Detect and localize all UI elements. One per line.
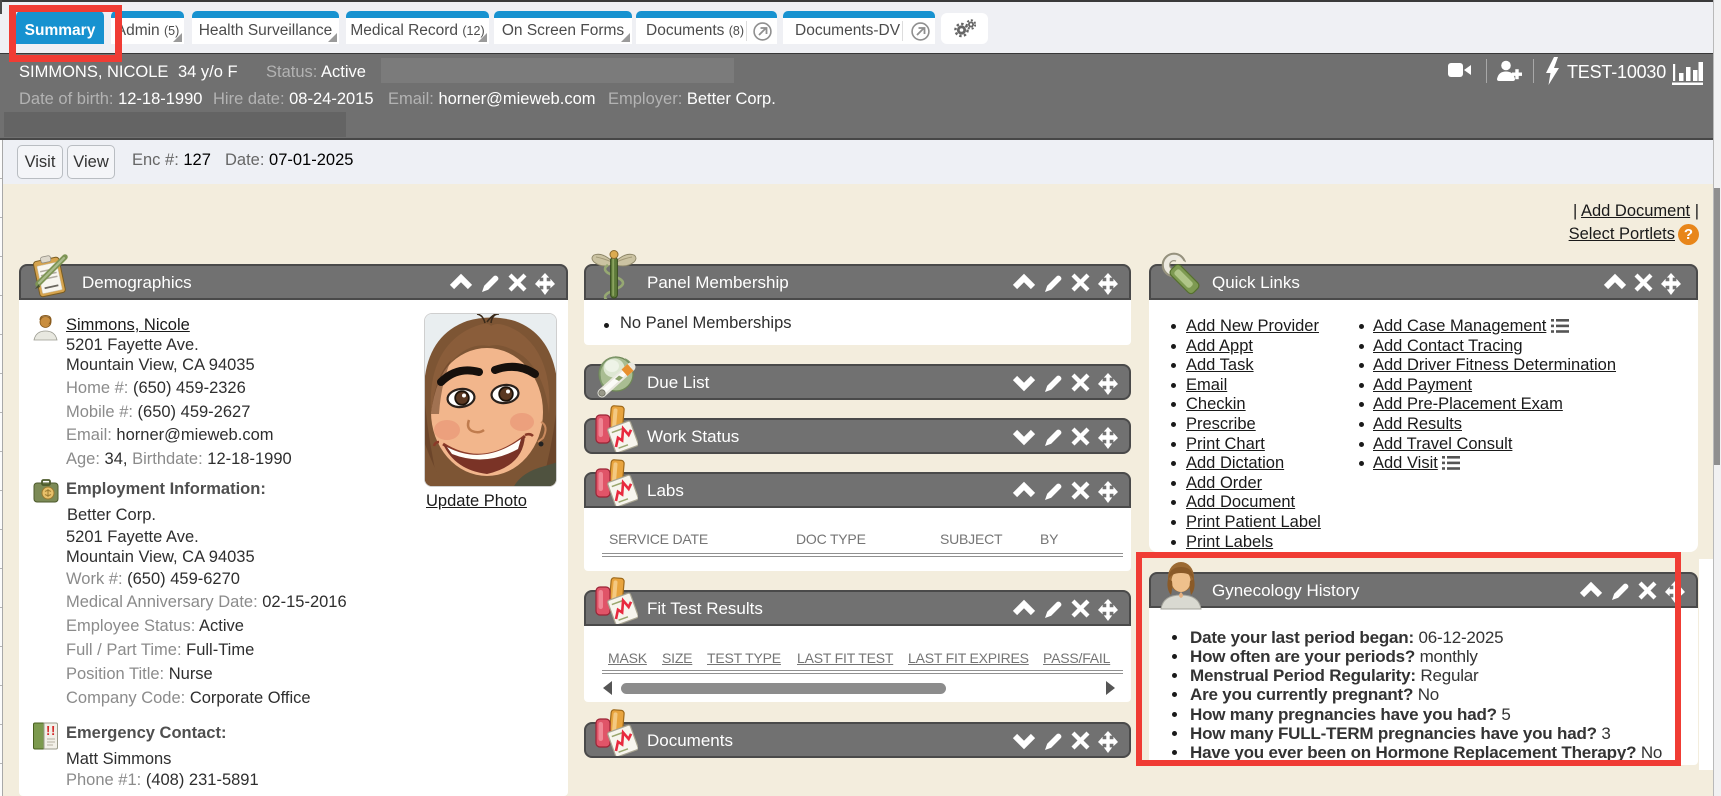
svg-text:!: ! [51, 723, 55, 738]
svg-text:!: ! [46, 723, 50, 738]
